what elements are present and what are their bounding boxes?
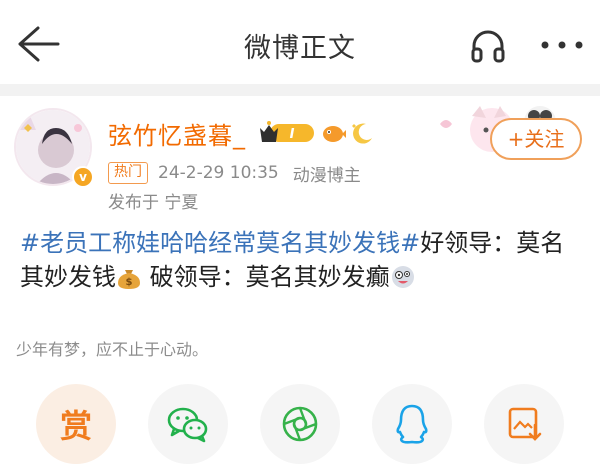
content-text-2: 破领导：莫名其妙发癫 bbox=[142, 263, 390, 291]
top-navbar: 微博正文 bbox=[0, 0, 600, 84]
username[interactable]: 弦竹忆盏暮_ bbox=[108, 116, 246, 151]
share-row: 赏 bbox=[0, 378, 600, 468]
post-location: 发布于 宁夏 bbox=[108, 193, 199, 213]
share-wechat-button[interactable] bbox=[148, 384, 228, 464]
money-bag-emoji-icon: $ bbox=[118, 270, 140, 289]
share-qq-button[interactable] bbox=[372, 384, 452, 464]
post-card: v 弦竹忆盏暮_ I +关注 热门 24-2-29 10:35 动漫博主 发布于… bbox=[0, 96, 600, 473]
member-level-text: I bbox=[290, 127, 295, 142]
fish-badge-icon bbox=[323, 126, 346, 142]
svg-text:$: $ bbox=[126, 277, 133, 288]
post-content: #老员工称娃哈哈经常莫名其妙发钱#好领导：莫名其妙发钱 $ 破领导：莫名其妙发癫 bbox=[20, 226, 580, 294]
reward-icon: 赏 bbox=[59, 407, 92, 445]
save-image-button[interactable] bbox=[484, 384, 564, 464]
hot-tag: 热门 bbox=[108, 162, 148, 184]
wechat-icon bbox=[167, 407, 208, 443]
moments-icon bbox=[282, 406, 318, 442]
post-timestamp: 24-2-29 10:35 bbox=[158, 163, 279, 183]
post-meta: 热门 24-2-29 10:35 动漫博主 bbox=[108, 160, 361, 186]
crazy-face-emoji-icon bbox=[391, 266, 414, 288]
topic-link[interactable]: #老员工称娃哈哈经常莫名其妙发钱# bbox=[20, 229, 420, 257]
moon-badge-icon bbox=[352, 123, 372, 144]
save-image-icon bbox=[508, 407, 542, 441]
qq-icon bbox=[396, 404, 428, 444]
share-moments-button[interactable] bbox=[260, 384, 340, 464]
avatar[interactable]: v bbox=[14, 108, 94, 188]
more-dots-icon[interactable] bbox=[540, 38, 584, 52]
user-role: 动漫博主 bbox=[292, 165, 361, 186]
user-signature: 少年有梦，应不止于心动。 bbox=[16, 340, 209, 359]
verified-badge-icon: v bbox=[72, 166, 94, 188]
reward-button[interactable]: 赏 bbox=[36, 384, 116, 464]
section-divider bbox=[0, 84, 600, 96]
follow-button[interactable]: +关注 bbox=[490, 118, 582, 160]
user-badges: I bbox=[258, 118, 376, 148]
headphone-icon[interactable] bbox=[468, 26, 508, 66]
page-title: 微博正文 bbox=[244, 33, 356, 64]
member-level-badge-icon[interactable]: I bbox=[258, 120, 316, 146]
